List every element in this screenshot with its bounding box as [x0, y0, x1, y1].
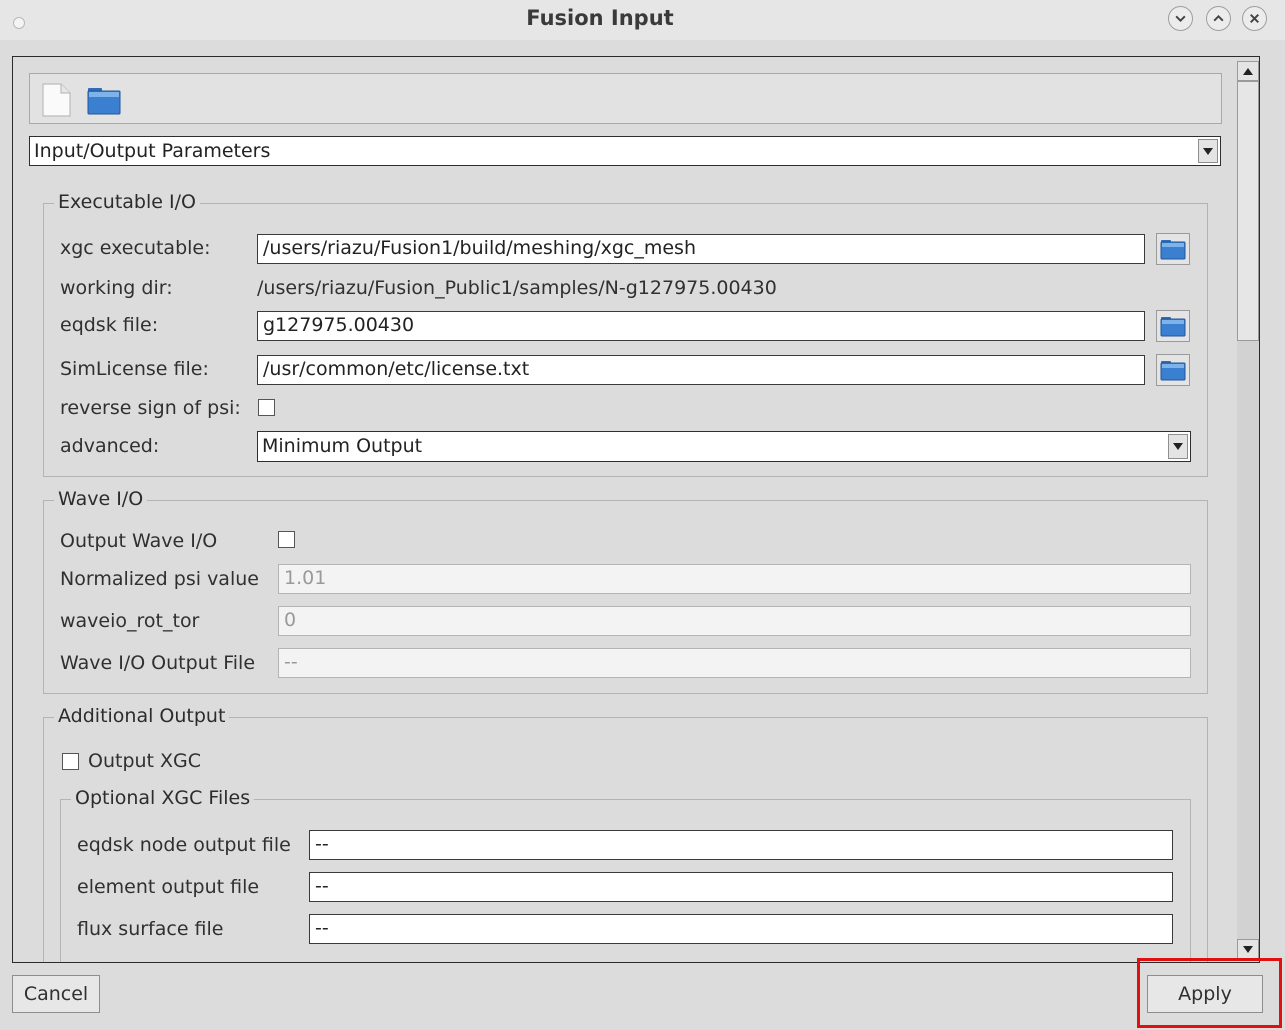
arrow-up-icon [1243, 67, 1253, 75]
folder-icon [1160, 361, 1186, 381]
wave-io-legend: Wave I/O [54, 488, 148, 510]
main-panel: Input/Output Parameters Executable I/O x… [12, 56, 1260, 963]
waveio-rot-tor-label: waveio_rot_tor [60, 610, 200, 632]
arrow-down-icon [1243, 945, 1253, 953]
open-folder-icon[interactable] [86, 82, 122, 118]
output-xgc-checkbox[interactable] [62, 753, 79, 770]
eqdsk-node-output-field[interactable]: -- [309, 830, 1173, 860]
close-button[interactable] [1242, 6, 1267, 31]
cancel-button[interactable]: Cancel [12, 975, 100, 1013]
folder-icon [1160, 317, 1186, 337]
scroll-track[interactable] [1237, 81, 1259, 939]
wave-io-output-file-label: Wave I/O Output File [60, 652, 256, 674]
xgc-executable-browse-button[interactable] [1156, 233, 1190, 265]
eqdsk-node-output-label: eqdsk node output file [77, 834, 291, 856]
waveio-rot-tor-field[interactable]: 0 [278, 606, 1191, 636]
output-wave-io-label: Output Wave I/O [60, 530, 218, 552]
scroll-up-button[interactable] [1237, 61, 1259, 81]
eqdsk-file-field[interactable]: g127975.00430 [257, 311, 1145, 341]
flux-surface-field[interactable]: -- [309, 914, 1173, 944]
xgc-executable-field[interactable]: /users/riazu/Fusion1/build/meshing/xgc_m… [257, 234, 1145, 264]
chevron-up-icon [1213, 14, 1224, 22]
advanced-dropdown-value: Minimum Output [262, 435, 423, 457]
scroll-thumb[interactable] [1237, 81, 1259, 341]
maximize-button[interactable] [1206, 6, 1231, 31]
xgc-executable-label: xgc executable: [60, 237, 211, 259]
title-bar: Fusion Input [0, 0, 1285, 40]
advanced-label: advanced: [60, 435, 160, 457]
scroll-down-button[interactable] [1237, 939, 1259, 959]
output-xgc-label: Output XGC [88, 750, 202, 772]
additional-output-legend: Additional Output [54, 705, 230, 727]
section-selector-value: Input/Output Parameters [34, 140, 271, 162]
close-icon [1250, 14, 1259, 23]
new-file-icon[interactable] [38, 82, 74, 118]
dropdown-arrow-icon [1198, 139, 1218, 163]
toolbar [29, 73, 1222, 124]
section-selector[interactable]: Input/Output Parameters [29, 136, 1221, 166]
normalized-psi-label: Normalized psi value [60, 568, 259, 590]
minimize-button[interactable] [1168, 6, 1193, 31]
reverse-sign-checkbox[interactable] [258, 399, 275, 416]
apply-highlight-box [1137, 958, 1282, 1028]
element-output-field[interactable]: -- [309, 872, 1173, 902]
output-wave-io-checkbox[interactable] [278, 531, 295, 548]
wave-io-output-file-field[interactable]: -- [278, 648, 1191, 678]
wave-io-group: Wave I/O Output Wave I/O Normalized psi … [43, 488, 1208, 694]
working-dir-label: working dir: [60, 277, 173, 299]
executable-io-group: Executable I/O xgc executable: /users/ri… [43, 191, 1208, 477]
element-output-label: element output file [77, 876, 260, 898]
folder-icon [1160, 240, 1186, 260]
flux-surface-label: flux surface file [77, 918, 224, 940]
working-dir-value: /users/riazu/Fusion_Public1/samples/N-g1… [257, 277, 777, 299]
eqdsk-file-label: eqdsk file: [60, 314, 159, 336]
optional-xgc-files-legend: Optional XGC Files [71, 787, 255, 809]
normalized-psi-field[interactable]: 1.01 [278, 564, 1191, 594]
dropdown-arrow-icon [1168, 434, 1188, 459]
reverse-sign-label: reverse sign of psi: [60, 397, 241, 419]
optional-xgc-files-group: Optional XGC Files eqdsk node output fil… [60, 787, 1191, 962]
chevron-down-icon [1175, 15, 1186, 23]
advanced-dropdown[interactable]: Minimum Output [257, 431, 1191, 462]
simlicense-file-label: SimLicense file: [60, 358, 209, 380]
eqdsk-file-browse-button[interactable] [1156, 310, 1190, 342]
simlicense-file-field[interactable]: /usr/common/etc/license.txt [257, 355, 1145, 385]
executable-io-legend: Executable I/O [54, 191, 200, 213]
vertical-scrollbar[interactable] [1237, 61, 1259, 959]
window-title: Fusion Input [526, 6, 674, 30]
additional-output-group: Additional Output Output XGC Optional XG… [43, 705, 1208, 962]
simlicense-file-browse-button[interactable] [1156, 354, 1190, 386]
